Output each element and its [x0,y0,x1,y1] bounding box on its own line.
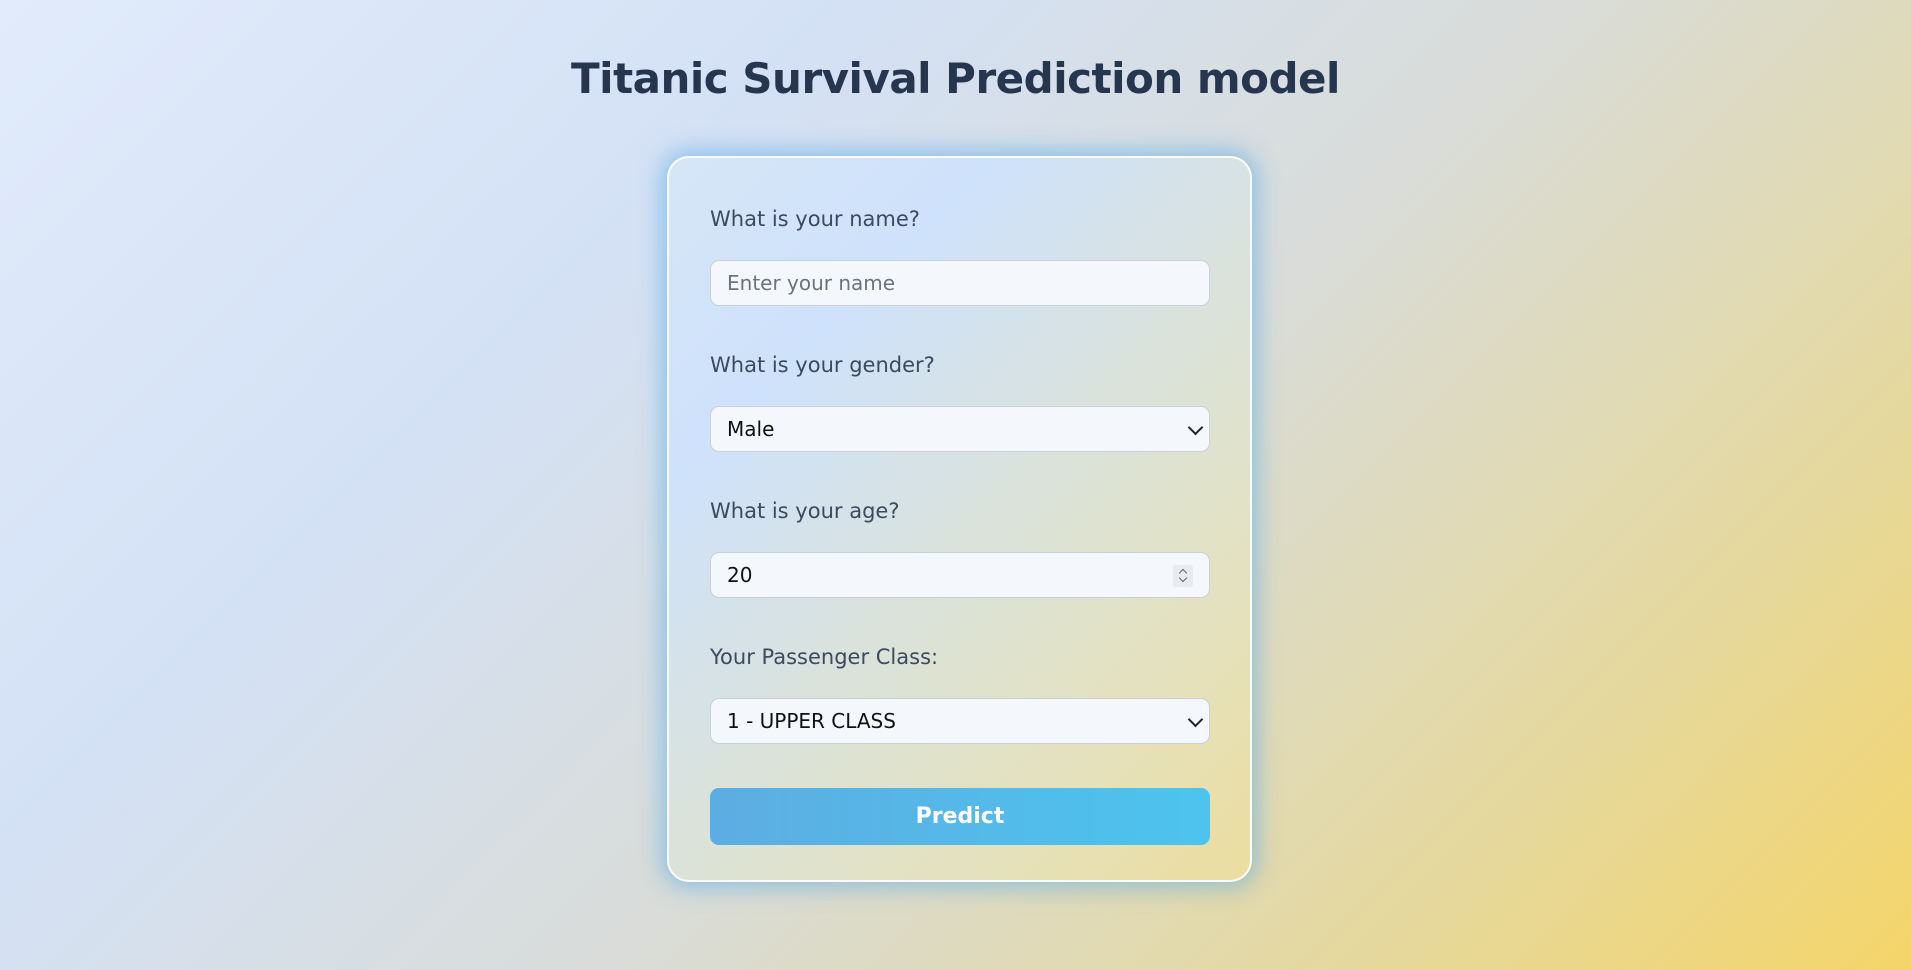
name-label: What is your name? [710,207,920,231]
page-title: Titanic Survival Prediction model [571,54,1340,103]
passenger-class-selected-value: 1 - UPPER CLASS [727,709,896,733]
chevron-down-icon [1187,419,1204,436]
age-label: What is your age? [710,499,900,523]
gender-label: What is your gender? [710,353,935,377]
age-stepper[interactable] [1173,565,1193,587]
stepper-down-icon[interactable] [1178,573,1188,583]
gender-select[interactable]: Male [710,406,1210,452]
age-input[interactable]: 20 [710,552,1210,598]
passenger-class-select[interactable]: 1 - UPPER CLASS [710,698,1210,744]
age-value: 20 [727,563,753,587]
name-input-placeholder: Enter your name [727,271,896,295]
prediction-form-card: What is your name? Enter your name What … [667,156,1252,882]
passenger-class-label: Your Passenger Class: [710,645,939,669]
chevron-down-icon [1187,711,1204,728]
gender-selected-value: Male [727,417,775,441]
name-input[interactable]: Enter your name [710,260,1210,306]
predict-button[interactable]: Predict [710,788,1210,845]
